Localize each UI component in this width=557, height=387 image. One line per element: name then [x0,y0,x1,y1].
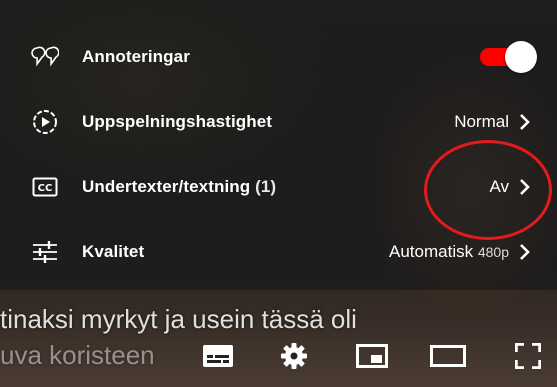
menu-item-value: Av [489,177,509,196]
toggle-knob [505,41,537,73]
settings-menu: Annoteringar Uppspelningshastighet Norma… [0,0,557,290]
menu-item-quality[interactable]: Kvalitet Automatisk 480p [0,219,557,285]
annotations-toggle[interactable] [477,41,537,73]
menu-item-subtitles[interactable]: CC Undertexter/textning (1) Av [0,154,557,220]
chevron-right-icon [520,114,530,130]
menu-item-label: Annoteringar [82,47,190,66]
theater-mode-icon[interactable] [428,336,468,376]
fullscreen-icon[interactable] [508,336,548,376]
subtitles-icon[interactable] [198,336,238,376]
svg-text:CC: CC [38,183,53,194]
quality-resolution: 480p [477,244,509,260]
annotations-icon [31,43,59,71]
chevron-right-icon [520,244,530,260]
subtitles-label-text: Undertexter/textning [82,177,251,196]
video-player[interactable]: tinaksi myrkyt ja usein tässä oli uva ko… [0,0,557,387]
miniplayer-icon[interactable] [352,336,392,376]
menu-item-label: Kvalitet [82,242,145,261]
menu-item-annotations[interactable]: Annoteringar [0,24,557,90]
menu-item-value: Normal [454,112,509,131]
closed-captions-icon: CC [31,173,59,201]
quality-sliders-icon [31,238,59,266]
menu-item-playback-speed[interactable]: Uppspelningshastighet Normal [0,89,557,155]
settings-gear-icon[interactable] [274,336,314,376]
quality-mode: Automatisk [389,242,474,261]
player-controls [0,330,557,380]
playback-speed-icon [31,108,59,136]
menu-item-label: Uppspelningshastighet [82,112,273,131]
chevron-right-icon [520,179,530,195]
subtitle-track-count: (1) [255,177,277,196]
menu-item-value: Automatisk 480p [389,242,509,262]
menu-item-label: Undertexter/textning (1) [82,177,276,197]
